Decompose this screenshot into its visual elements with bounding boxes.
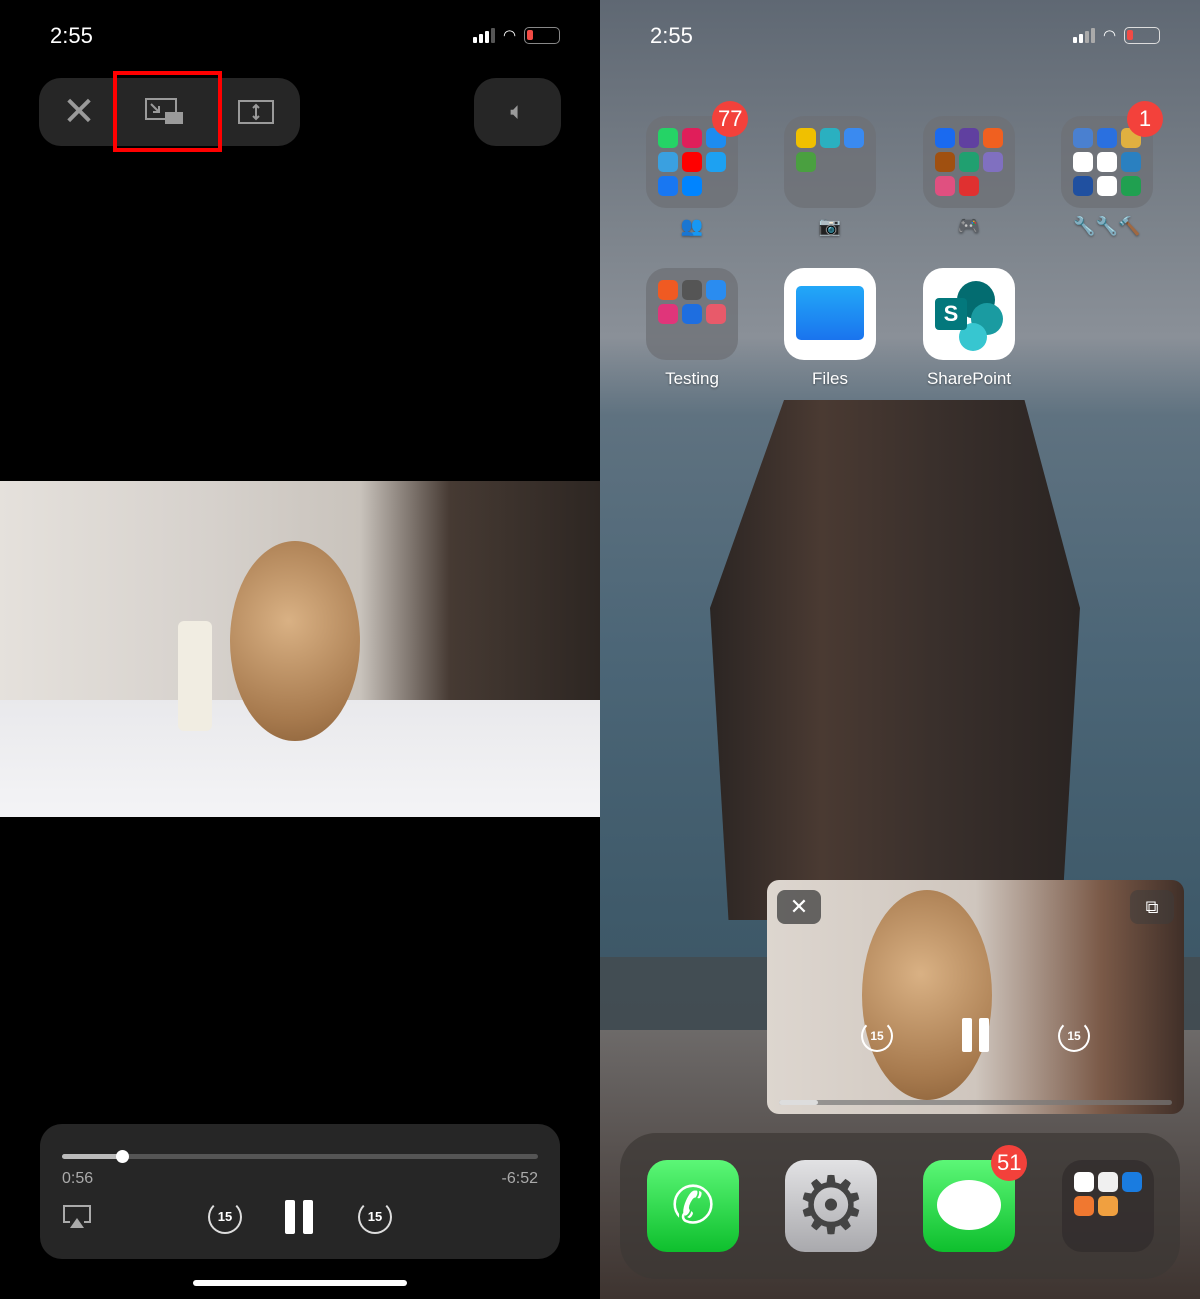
speaker-icon: 🔈︎ bbox=[510, 98, 525, 125]
dock-settings[interactable]: ⚙ bbox=[785, 1160, 877, 1252]
skip-forward-button[interactable]: 15 bbox=[358, 1200, 392, 1234]
pip-highlight bbox=[113, 71, 222, 152]
pip-window[interactable]: ✕ ⧉ 15 15 bbox=[767, 880, 1184, 1114]
status-time: 2:55 bbox=[50, 23, 93, 48]
sharepoint-logo: S bbox=[935, 298, 967, 330]
close-icon: ✕ bbox=[789, 894, 809, 919]
wifi-icon: ◠ bbox=[503, 27, 517, 44]
pip-progress[interactable] bbox=[779, 1100, 1172, 1105]
airplay-button[interactable] bbox=[62, 1204, 92, 1235]
volume-button[interactable]: 🔈︎ bbox=[474, 78, 561, 146]
video-player: 2:55 ◠ ✕ 🔈︎ 0:56 -6:52 15 15 bbox=[0, 0, 600, 1299]
home-screen: 2:55 ◠ 👥 77 📷 🎮 🔧🔧🔨 1 Testing Files S SharePo… bbox=[600, 0, 1200, 1299]
playback-controls: 0:56 -6:52 15 15 bbox=[40, 1124, 560, 1259]
app-label: Files bbox=[812, 369, 848, 388]
pip-close-button[interactable]: ✕ bbox=[777, 890, 821, 924]
resize-vertical-icon bbox=[237, 100, 274, 124]
notification-badge: 1 bbox=[1127, 101, 1163, 137]
airplay-icon bbox=[63, 1205, 91, 1228]
status-time: 2:55 bbox=[650, 23, 693, 48]
folder-label: 🎮 bbox=[957, 216, 981, 236]
dock-folder[interactable] bbox=[1062, 1160, 1154, 1252]
signal-icon bbox=[1073, 27, 1095, 43]
video-frame[interactable] bbox=[0, 481, 600, 817]
gear-icon: ⚙ bbox=[795, 1161, 867, 1250]
pip-skip-forward[interactable]: 15 bbox=[1058, 1020, 1090, 1052]
aspect-button[interactable] bbox=[211, 78, 300, 146]
folder[interactable] bbox=[784, 116, 876, 208]
scrubber-track[interactable] bbox=[62, 1150, 538, 1163]
pause-button[interactable] bbox=[285, 1200, 313, 1234]
dock: ✆ ⚙ 51 bbox=[620, 1133, 1180, 1279]
video-puppy bbox=[230, 541, 360, 741]
app-files[interactable] bbox=[784, 268, 876, 360]
wifi-icon: ◠ bbox=[1103, 27, 1117, 44]
remaining-time: -6:52 bbox=[501, 1170, 538, 1187]
wallpaper-rock bbox=[710, 400, 1080, 920]
skip-back-button[interactable]: 15 bbox=[208, 1200, 242, 1234]
restore-pip-icon: ⧉ bbox=[1145, 897, 1159, 917]
pip-skip-back[interactable]: 15 bbox=[861, 1020, 893, 1052]
status-icons: ◠ bbox=[473, 26, 561, 44]
home-indicator[interactable] bbox=[193, 1280, 407, 1286]
close-button[interactable]: ✕ bbox=[39, 78, 119, 146]
video-bottle bbox=[178, 621, 212, 731]
folder-label: Testing bbox=[665, 369, 719, 388]
folder-label: 👥 bbox=[680, 216, 704, 236]
dock-phone[interactable]: ✆ bbox=[647, 1160, 739, 1252]
folder-label: 📷 bbox=[818, 216, 842, 236]
elapsed-time: 0:56 bbox=[62, 1170, 94, 1187]
folder-label: 🔧🔧🔨 bbox=[1073, 216, 1141, 236]
messages-badge: 51 bbox=[991, 1145, 1028, 1181]
app-sharepoint[interactable]: S bbox=[923, 268, 1015, 360]
pip-restore-button[interactable]: ⧉ bbox=[1130, 890, 1174, 924]
folder-icon bbox=[796, 286, 864, 340]
battery-icon bbox=[1124, 26, 1161, 44]
battery-icon bbox=[524, 26, 561, 44]
notification-badge: 77 bbox=[712, 101, 749, 137]
phone-icon: ✆ bbox=[671, 1177, 715, 1235]
signal-icon bbox=[473, 27, 495, 43]
scrubber-knob[interactable] bbox=[115, 1150, 129, 1163]
folder-testing[interactable] bbox=[646, 268, 738, 360]
status-icons: ◠ bbox=[1073, 26, 1161, 44]
speech-bubble-icon bbox=[937, 1180, 1001, 1230]
pip-puppy bbox=[862, 890, 992, 1100]
app-label: SharePoint bbox=[926, 369, 1012, 388]
close-icon: ✕ bbox=[62, 90, 96, 134]
pip-pause-button[interactable] bbox=[962, 1018, 989, 1052]
folder[interactable] bbox=[923, 116, 1015, 208]
